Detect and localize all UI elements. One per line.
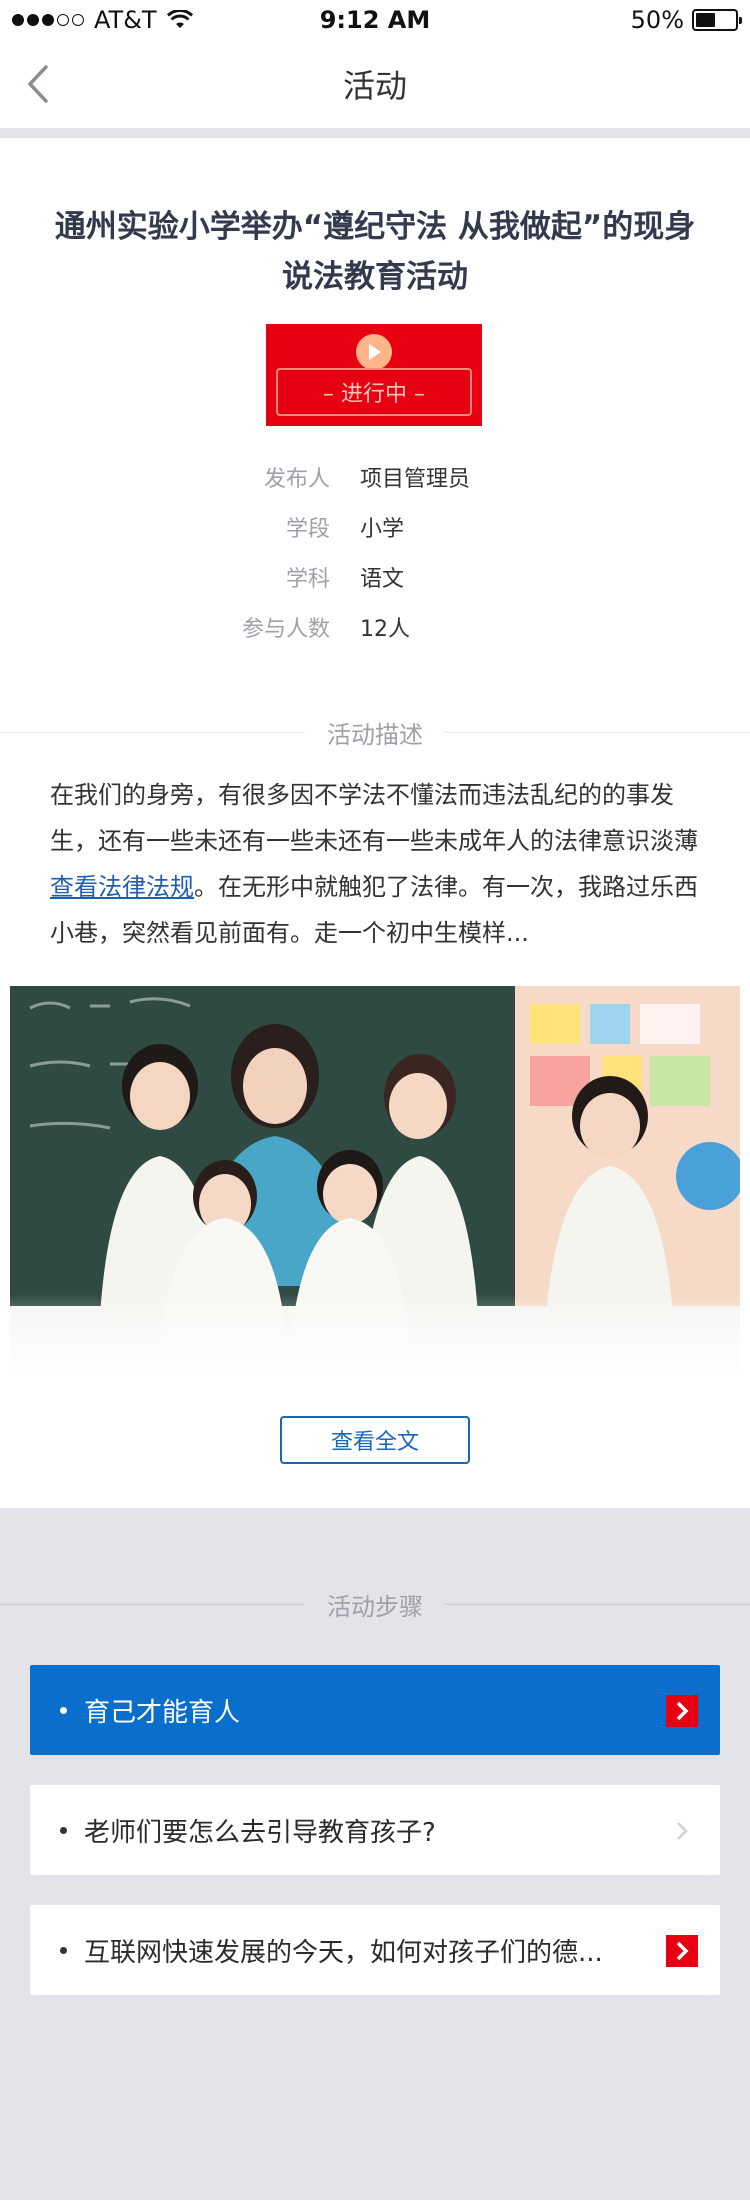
back-button[interactable] [26,64,66,104]
info-row-subject: 学科 语文 [0,552,750,602]
info-row-publisher: 发布人 项目管理员 [0,452,750,502]
status-bar: AT&T 9:12 AM 50% [0,0,750,40]
step-item-3[interactable]: 互联网快速发展的今天，如何对孩子们的德... [30,1905,720,1995]
bullet-icon [60,1827,67,1834]
page-title: 活动 [342,67,407,105]
play-icon [356,334,392,370]
info-row-stage: 学段 小学 [0,502,750,552]
battery-percent: 50% [630,6,684,34]
step-label: 老师们要怎么去引导教育孩子? [84,1817,436,1848]
nav-divider [0,128,750,138]
activity-card: 通州实验小学举办“遵纪守法 从我做起”的现身说法教育活动 – 进行中 – 发布人… [0,138,750,1508]
law-link[interactable]: 查看法律法规 [50,873,194,901]
step-label: 育己才能育人 [84,1697,241,1728]
description-heading: 活动描述 [0,712,750,752]
info-value: 语文 [360,567,405,592]
divider [0,1603,305,1605]
live-status-banner[interactable]: – 进行中 – [266,324,482,426]
steps-heading: 活动步骤 [0,1584,750,1624]
chevron-left-icon [28,65,48,103]
step-label: 互联网快速发展的今天，如何对孩子们的德... [84,1937,603,1968]
navbar: 活动 [0,40,750,128]
chevron-right-icon [666,1695,698,1727]
chevron-right-icon [666,1815,698,1847]
info-value: 小学 [360,517,405,542]
classroom-photo [10,986,740,1380]
divider [445,1603,750,1605]
read-full-button[interactable]: 查看全文 [280,1416,470,1464]
info-value: 12人 [360,617,410,642]
classroom-photo-illustration [10,986,740,1380]
info-key: 参与人数 [241,617,330,642]
description-text: 在我们的身旁，有很多因不学法不懂法而违法乱纪的的事发生，还有一些未还有一些未还有… [50,772,706,956]
status-right: 50% [630,6,742,34]
section-title: 活动描述 [327,720,423,749]
info-key: 学科 [285,567,330,592]
description-body: 在我们的身旁，有很多因不学法不懂法而违法乱纪的的事发生，还有一些未还有一些未还有… [50,781,698,855]
battery-icon [692,9,742,31]
chevron-right-icon [666,1935,698,1967]
divider [0,731,305,733]
step-item-1[interactable]: 育己才能育人 [30,1665,720,1755]
info-row-participants: 参与人数 12人 [0,602,750,652]
bullet-icon [60,1707,67,1714]
info-key: 发布人 [263,467,330,492]
battery-fill [696,13,715,27]
divider [445,731,750,733]
step-item-2[interactable]: 老师们要怎么去引导教育孩子? [30,1785,720,1875]
bullet-icon [60,1947,67,1954]
section-title: 活动步骤 [327,1592,423,1621]
status-label: – 进行中 – [276,368,472,416]
activity-title: 通州实验小学举办“遵纪守法 从我做起”的现身说法教育活动 [54,209,696,295]
activity-info: 发布人 项目管理员 学段 小学 学科 语文 参与人数 12人 [0,452,750,652]
info-value: 项目管理员 [360,467,471,492]
info-key: 学段 [285,517,330,542]
